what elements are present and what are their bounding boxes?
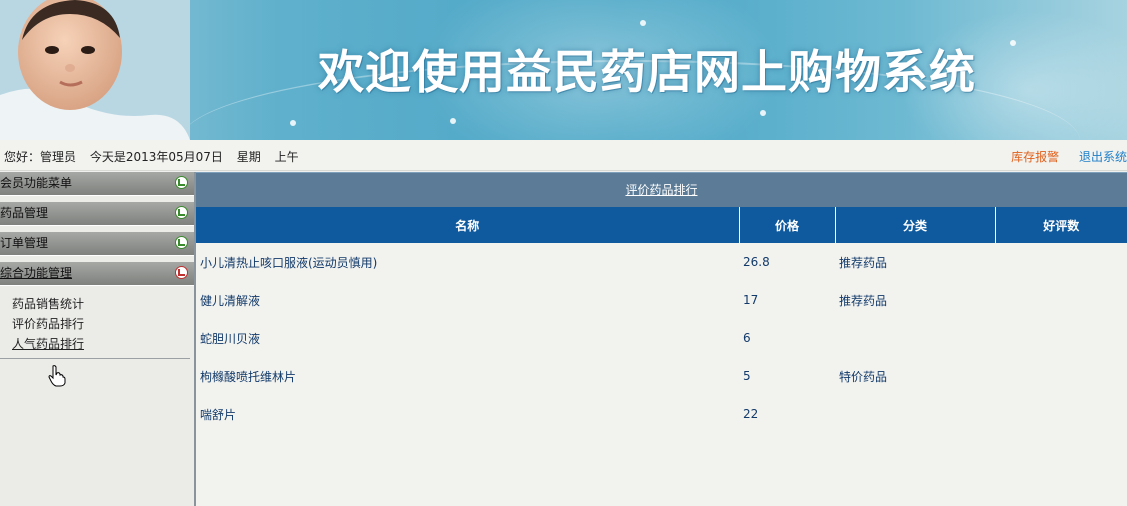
drug-reviews (995, 243, 1127, 281)
greeting-text: 您好：管理员 (4, 150, 77, 164)
drug-price: 5 (743, 369, 751, 383)
drug-category (835, 319, 995, 357)
baby-photo (0, 0, 190, 140)
table-row: 喘舒片 22 (196, 395, 1127, 433)
submenu-item-rating-ranking[interactable]: 评价药品排行 (12, 314, 190, 334)
banner-sparkle (1010, 40, 1016, 46)
date-text: 今天是2013年05月07日 (89, 150, 223, 164)
submenu-item-popularity-ranking[interactable]: 人气药品排行 (12, 334, 190, 354)
submenu-general: 药品销售统计 评价药品排行 人气药品排行 (0, 286, 190, 359)
ranking-table: 名称 价格 分类 好评数 小儿清热止咳口服液(运动员慎用) 26.8 推荐药品 … (196, 207, 1127, 433)
drug-category: 推荐药品 (839, 255, 888, 270)
main-content: 评价药品排行 名称 价格 分类 好评数 小儿清热止咳口服液(运动员慎用) 26.… (196, 172, 1127, 506)
banner-sparkle (760, 110, 766, 116)
expand-toggle-icon[interactable] (175, 236, 188, 249)
column-header-price: 价格 (739, 207, 836, 243)
table-row: 蛇胆川贝液 6 (196, 319, 1127, 357)
drug-price: 22 (743, 407, 759, 421)
drug-category (835, 395, 995, 433)
expand-toggle-icon[interactable] (175, 176, 188, 189)
top-links: 库存报警 退出系统 (995, 148, 1127, 165)
expand-toggle-icon[interactable] (175, 206, 188, 219)
submenu-item-sales-stats[interactable]: 药品销售统计 (12, 294, 190, 314)
stock-alert-link[interactable]: 库存报警 (1011, 150, 1059, 164)
column-header-reviews: 好评数 (995, 207, 1127, 243)
column-header-name: 名称 (196, 207, 740, 243)
period-text: 上午 (274, 150, 299, 164)
info-bar: 您好：管理员 今天是2013年05月07日 星期 上午 库存报警 退出系统 (0, 140, 1127, 171)
logout-link[interactable]: 退出系统 (1079, 150, 1127, 164)
menu-label: 药品管理 (0, 206, 49, 220)
table-row: 枸橼酸喷托维林片 5 特价药品 (196, 357, 1127, 395)
drug-category: 推荐药品 (839, 293, 888, 308)
column-header-category: 分类 (835, 207, 996, 243)
drug-name: 喘舒片 (200, 407, 237, 422)
menu-label: 综合功能管理 (0, 266, 73, 280)
sidebar: 会员功能菜单 药品管理 订单管理 综合功能管理 药品销售统计 评价药品排行 人气… (0, 172, 196, 506)
banner-title: 欢迎使用益民药店网上购物系统 (318, 45, 976, 99)
drug-reviews (995, 357, 1127, 395)
drug-name: 枸橼酸喷托维林片 (200, 369, 297, 384)
drug-price: 17 (743, 293, 759, 307)
drug-name: 健儿清解液 (200, 293, 261, 308)
drug-reviews (995, 395, 1127, 433)
table-header-row: 名称 价格 分类 好评数 (196, 207, 1127, 243)
hand-cursor-icon (48, 365, 66, 387)
drug-reviews (995, 319, 1127, 357)
drug-name: 蛇胆川贝液 (200, 331, 261, 346)
menu-label: 订单管理 (0, 236, 49, 250)
weekday-text: 星期 (236, 150, 261, 164)
banner-sparkle (640, 20, 646, 26)
page-title: 评价药品排行 (625, 183, 698, 197)
menu-order-management[interactable]: 订单管理 (0, 232, 194, 256)
menu-label: 会员功能菜单 (0, 176, 73, 190)
drug-category: 特价药品 (839, 369, 888, 384)
collapse-toggle-icon[interactable] (175, 266, 188, 279)
menu-general-management[interactable]: 综合功能管理 (0, 262, 194, 286)
drug-reviews (995, 281, 1127, 319)
banner: 欢迎使用益民药店网上购物系统 (0, 0, 1127, 140)
drug-price: 6 (743, 331, 751, 345)
drug-price: 26.8 (743, 255, 770, 269)
banner-sparkle (450, 118, 456, 124)
menu-drug-management[interactable]: 药品管理 (0, 202, 194, 226)
page-title-bar: 评价药品排行 (196, 172, 1127, 207)
drug-name: 小儿清热止咳口服液(运动员慎用) (200, 255, 378, 270)
greeting-area: 您好：管理员 今天是2013年05月07日 星期 上午 (4, 148, 309, 165)
table-row: 健儿清解液 17 推荐药品 (196, 281, 1127, 319)
menu-member-functions[interactable]: 会员功能菜单 (0, 172, 194, 196)
table-row: 小儿清热止咳口服液(运动员慎用) 26.8 推荐药品 (196, 243, 1127, 281)
banner-sparkle (290, 120, 296, 126)
